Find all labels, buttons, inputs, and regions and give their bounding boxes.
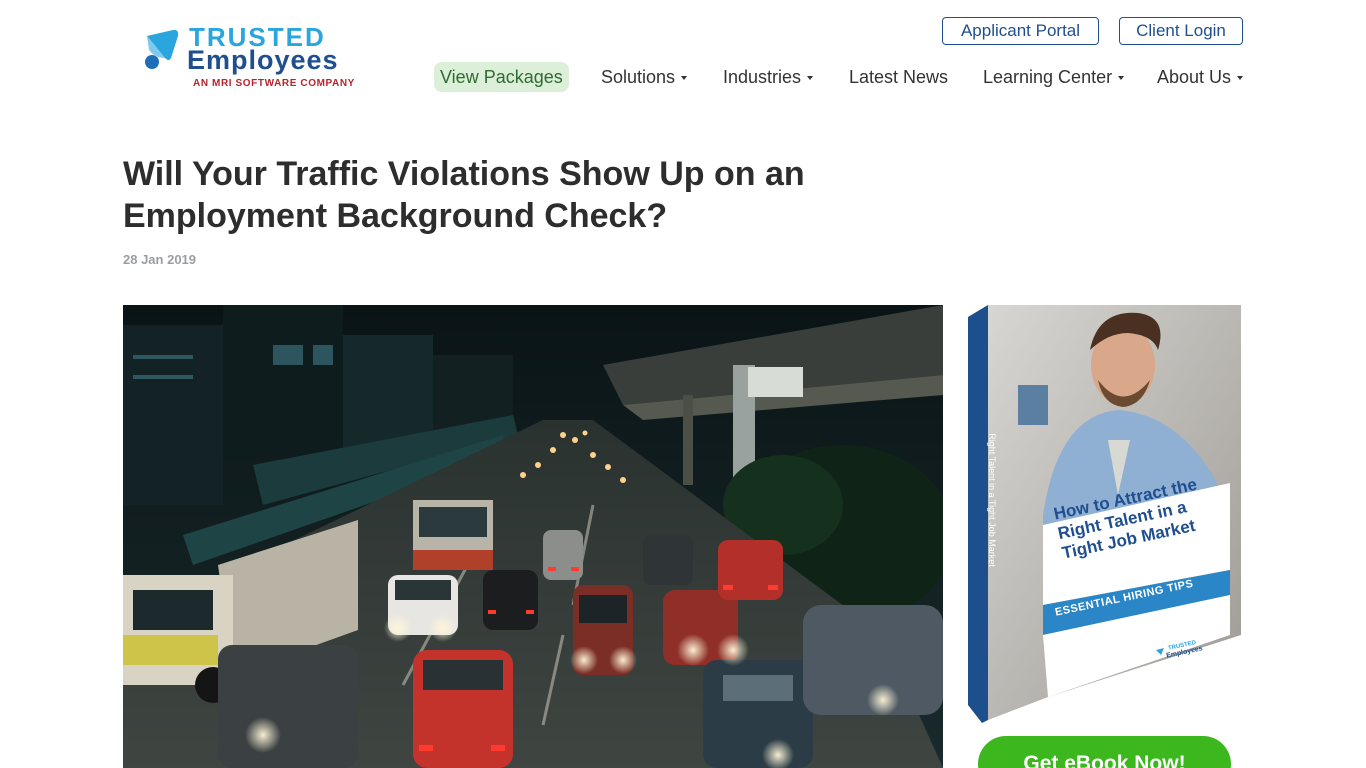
site-header: TRUSTED Employees AN MRI SOFTWARE COMPAN… (0, 0, 1366, 110)
nav-view-packages[interactable]: View Packages (434, 62, 569, 92)
logo-text-employees: Employees (187, 45, 339, 75)
caret-down-icon (681, 76, 688, 81)
nav-industries-label: Industries (723, 67, 802, 87)
logo-mark-icon (145, 29, 179, 69)
nav-about-us-label: About Us (1157, 67, 1232, 87)
nav-view-packages-label: View Packages (440, 67, 563, 87)
nav-solutions-label: Solutions (601, 67, 676, 87)
traffic-jam-photo-icon (123, 305, 943, 768)
client-login-button[interactable]: Client Login (1119, 17, 1243, 45)
caret-down-icon (807, 76, 814, 81)
logo-tagline: AN MRI SOFTWARE COMPANY (193, 78, 355, 89)
ebook-spine-text: Right Talent in a Tight Job Market (987, 433, 997, 567)
applicant-portal-button[interactable]: Applicant Portal (942, 17, 1099, 45)
nav-latest-news-label: Latest News (849, 67, 949, 87)
nav-latest-news[interactable]: Latest News (849, 62, 948, 92)
caret-down-icon (1118, 76, 1125, 81)
get-ebook-button[interactable]: Get eBook Now! (978, 736, 1231, 768)
nav-about-us[interactable]: About Us (1157, 62, 1244, 92)
article-hero-image (123, 305, 943, 768)
nav-learning-center[interactable]: Learning Center (983, 62, 1125, 92)
caret-down-icon (1237, 76, 1244, 81)
article-date: 28 Jan 2019 (123, 252, 197, 267)
ebook-promo[interactable]: How to Attract the Right Talent in a Tig… (968, 305, 1241, 723)
nav-industries[interactable]: Industries (723, 62, 814, 92)
nav-solutions[interactable]: Solutions (601, 62, 688, 92)
article-title: Will Your Traffic Violations Show Up on … (123, 155, 805, 235)
nav-learning-center-label: Learning Center (983, 67, 1113, 87)
trusted-employees-logo[interactable]: TRUSTED Employees AN MRI SOFTWARE COMPAN… (143, 24, 363, 94)
